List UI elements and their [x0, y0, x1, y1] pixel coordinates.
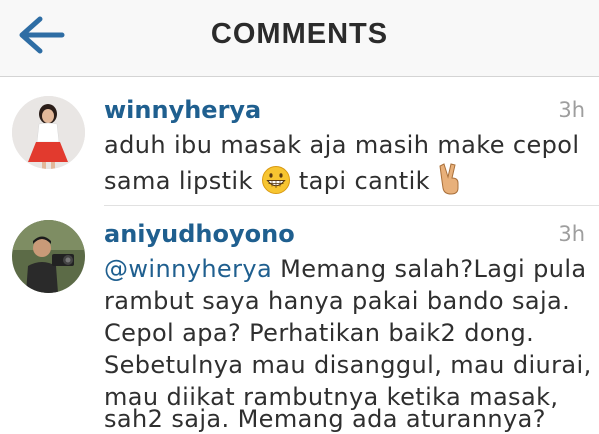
avatar[interactable]: [12, 220, 85, 293]
comment-text-segment: tapi cantik: [298, 167, 430, 195]
mention-link[interactable]: @winnyherya: [104, 255, 272, 283]
comment-divider: [104, 205, 599, 206]
comment-timestamp: 3h: [558, 222, 585, 246]
page-title: COMMENTS: [210, 18, 389, 50]
comment-text-segment: sama lipstik: [104, 167, 253, 195]
comment-text-line: sama lipstik tapi cantik: [104, 163, 464, 195]
comment-text-segment: Memang salah?Lagi pula: [280, 255, 587, 283]
comment-text-line: sah2 saja. Memang ada aturannya?: [104, 405, 546, 433]
comment-text-line: rambut saya hanya pakai bando saja.: [104, 287, 571, 315]
comment-username[interactable]: winnyherya: [104, 96, 261, 124]
victory-hand-icon: [439, 163, 459, 195]
grinning-face-icon: [261, 166, 290, 194]
comment-text-line: aduh ibu masak aja masih make cepol: [104, 131, 580, 159]
comment-username[interactable]: aniyudhoyono: [104, 220, 295, 248]
comment-text-line: @winnyherya Memang salah?Lagi pula: [104, 255, 587, 283]
nav-header: COMMENTS: [0, 0, 599, 77]
comment-timestamp: 3h: [558, 98, 585, 122]
comment-text-line: Sebetulnya mau disanggul, mau diurai,: [104, 351, 592, 379]
avatar[interactable]: [12, 96, 85, 169]
comment-text-line: Cepol apa? Perhatikan baik2 dong.: [104, 319, 535, 347]
